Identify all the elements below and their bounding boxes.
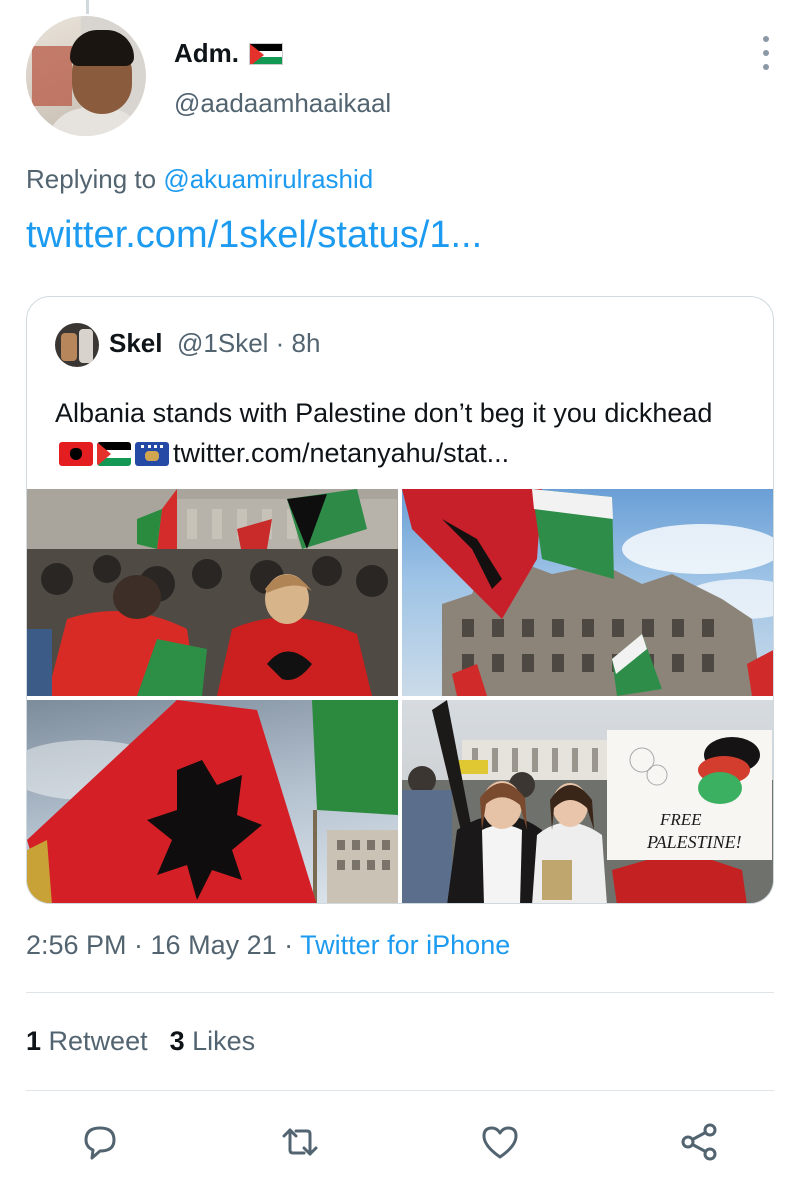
quoted-tweet-time: · 8h [275, 328, 321, 358]
reply-mention-link[interactable]: @akuamirulrashid [163, 164, 373, 194]
replying-to-line: Replying to @akuamirulrashid [26, 164, 373, 195]
tweet-action-bar [0, 1090, 800, 1200]
like-count: 3 [169, 1026, 185, 1056]
quoted-tweet-text: Albania stands with Palestine don’t beg … [55, 393, 755, 473]
reply-icon[interactable] [78, 1120, 122, 1164]
author-avatar[interactable] [26, 16, 146, 136]
author-handle[interactable]: @aadaamhaaikaal [174, 88, 391, 119]
kosovo-flag-icon [135, 442, 169, 466]
albania-flag-icon [59, 442, 93, 466]
like-icon[interactable] [478, 1120, 522, 1164]
divider-top [26, 992, 774, 993]
retweet-count: 1 [26, 1026, 42, 1056]
tweet-link[interactable]: twitter.com/1skel/status/1... [26, 214, 482, 257]
quoted-tweet-link[interactable]: twitter.com/netanyahu/stat... [173, 438, 509, 468]
engagement-stats: 1 Retweet 3 Likes [26, 1026, 255, 1057]
photo-flag-building[interactable] [402, 489, 773, 696]
quoted-author-name[interactable]: Skel [109, 328, 163, 359]
like-label: Likes [192, 1026, 256, 1056]
likes-stat[interactable]: 3 Likes [170, 1026, 256, 1056]
author-name-text[interactable]: Adm. [174, 38, 239, 68]
palestine-flag-icon [97, 442, 131, 466]
tweet-source-link[interactable]: Twitter for iPhone [300, 930, 510, 960]
author-display-name[interactable]: Adm. [174, 38, 283, 69]
tweet-timestamp: 2:56 PM · 16 May 21 · [26, 930, 294, 960]
retweet-icon[interactable] [278, 1120, 322, 1164]
photo-protesters-free-palestine[interactable]: FREE PALESTINE! [402, 700, 773, 903]
retweets-stat[interactable]: 1 Retweet [26, 1026, 148, 1056]
retweet-label: Retweet [48, 1026, 148, 1056]
quoted-author-handle-time: @1Skel · 8h [177, 328, 320, 359]
quoted-tweet-body: Albania stands with Palestine don’t beg … [55, 398, 713, 428]
image-grid: FREE PALESTINE! [27, 489, 773, 903]
share-icon[interactable] [678, 1120, 722, 1164]
quoted-author-avatar[interactable] [55, 323, 99, 367]
more-options-icon[interactable] [756, 36, 776, 70]
tweet-header: Adm. @aadaamhaaikaal [26, 14, 776, 138]
replying-to-label: Replying to [26, 164, 157, 194]
thread-connector-line [86, 0, 89, 14]
photo-crowd-flags[interactable] [27, 489, 398, 696]
quoted-author-handle: @1Skel [177, 328, 269, 358]
sign-text-free: FREE [659, 810, 702, 829]
tweet-timestamp-line: 2:56 PM · 16 May 21 · Twitter for iPhone [26, 930, 510, 961]
palestine-flag-icon [249, 43, 283, 65]
sign-text-palestine: PALESTINE! [646, 832, 742, 852]
quoted-tweet-card[interactable]: Skel @1Skel · 8h Albania stands with Pal… [26, 296, 774, 904]
photo-albanian-flag[interactable] [27, 700, 398, 903]
